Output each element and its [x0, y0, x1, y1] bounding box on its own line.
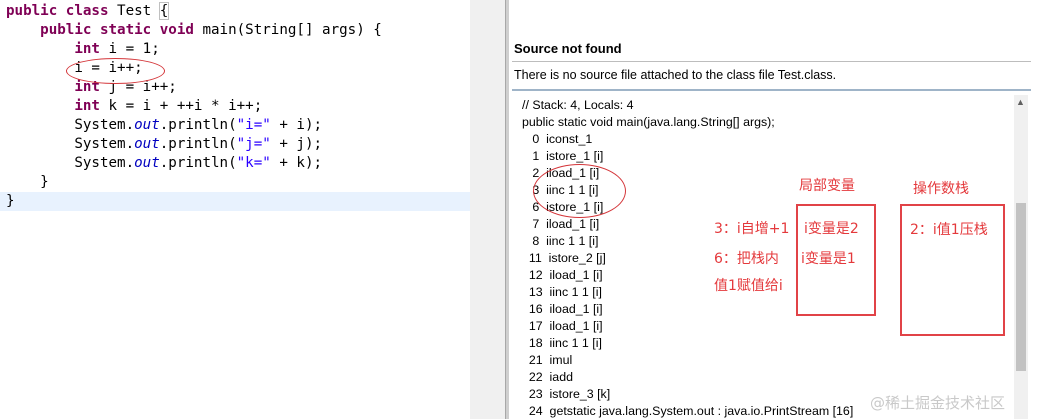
- code-line[interactable]: }: [6, 173, 382, 192]
- bytecode-line: 24 getstatic java.lang.System.out : java…: [522, 404, 854, 418]
- annotation-stack-step2: 2：i值1压栈: [910, 222, 988, 238]
- annotation-step3: 3：i自增+1: [714, 221, 790, 237]
- code-line[interactable]: i = i++;: [6, 59, 382, 78]
- vertical-scrollbar[interactable]: ▲: [1014, 95, 1028, 419]
- bytecode-line: // Stack: 4, Locals: 4: [522, 98, 634, 112]
- code-token: .println(: [159, 117, 237, 133]
- annotation-stack-title: 操作数栈: [913, 181, 969, 197]
- code-token: k = i + ++i * i++;: [99, 98, 263, 114]
- code-token: }: [6, 174, 49, 190]
- code-line[interactable]: System.out.println("k=" + k);: [6, 154, 382, 173]
- code-line[interactable]: int i = 1;: [6, 40, 382, 59]
- bytecode-line: 1 istore_1 [i]: [522, 149, 604, 163]
- bytecode-line: 21 imul: [522, 353, 573, 367]
- viewer-message: There is no source file attached to the …: [514, 68, 837, 82]
- scrollbar-thumb[interactable]: [1016, 203, 1026, 371]
- code-token: int: [74, 41, 100, 57]
- code-line[interactable]: public static void main(String[] args) {: [6, 21, 382, 40]
- code-token: }: [6, 193, 15, 209]
- code-token: "k=": [236, 155, 271, 171]
- code-token: i = 1;: [99, 41, 160, 57]
- code-token: class: [65, 3, 109, 19]
- code-token: "j=": [236, 136, 271, 152]
- code-token: void: [159, 22, 194, 38]
- code-token: + j);: [270, 136, 323, 152]
- code-token: out: [134, 117, 160, 133]
- pane-divider[interactable]: [470, 0, 506, 419]
- code-token: main(String[] args) {: [193, 22, 382, 38]
- code-token: + i);: [270, 117, 323, 133]
- code-token: public: [6, 3, 58, 19]
- annotation-local-value-2: i变量是2: [804, 221, 859, 237]
- annotation-ellipse-code: [66, 58, 165, 84]
- bytecode-line: public static void main(java.lang.String…: [522, 115, 775, 129]
- code-line[interactable]: int j = i++;: [6, 78, 382, 97]
- code-line[interactable]: System.out.println("i=" + i);: [6, 116, 382, 135]
- code-line[interactable]: int k = i + ++i * i++;: [6, 97, 382, 116]
- bytecode-line: 0 iconst_1: [522, 132, 593, 146]
- code-line[interactable]: System.out.println("j=" + j);: [6, 135, 382, 154]
- code-token: .println(: [159, 136, 237, 152]
- code-token: System.: [6, 117, 135, 133]
- scroll-up-icon[interactable]: ▲: [1016, 97, 1025, 107]
- code-token: System.: [6, 136, 135, 152]
- bytecode-line: 22 iadd: [522, 370, 573, 384]
- code-line[interactable]: public class Test {: [6, 2, 382, 21]
- code-token: out: [134, 155, 160, 171]
- code-token: "i=": [236, 117, 271, 133]
- code-token: Test: [108, 3, 160, 19]
- annotation-ellipse-bytecode: [533, 164, 626, 218]
- code-token: .println(: [159, 155, 237, 171]
- code-editor[interactable]: public class Test { public static void m…: [0, 0, 470, 419]
- annotation-local-vars-title: 局部变量: [799, 178, 855, 194]
- bytecode-line: 17 iload_1 [i]: [522, 319, 603, 333]
- header-divider-bottom: [512, 89, 1031, 91]
- bytecode-line: 18 iinc 1 1 [i]: [522, 336, 602, 350]
- source-code[interactable]: public class Test { public static void m…: [6, 2, 382, 211]
- bytecode-line: 23 istore_3 [k]: [522, 387, 611, 401]
- annotation-local-value-1: i变量是1: [801, 251, 856, 267]
- annotation-step6-line2: 值1赋值给i: [714, 278, 783, 294]
- viewer-title: Source not found: [514, 41, 622, 56]
- code-token: int: [74, 98, 100, 114]
- header-divider: [512, 61, 1031, 62]
- code-token: + k);: [270, 155, 323, 171]
- watermark: @稀土掘金技术社区: [870, 394, 1006, 412]
- code-token: out: [134, 136, 160, 152]
- code-token: {: [158, 2, 170, 20]
- code-token: System.: [6, 155, 135, 171]
- code-token: static: [99, 22, 152, 38]
- annotation-step6-line1: 6：把栈内: [714, 251, 779, 267]
- code-line[interactable]: }: [6, 192, 382, 211]
- code-token: public: [40, 22, 92, 38]
